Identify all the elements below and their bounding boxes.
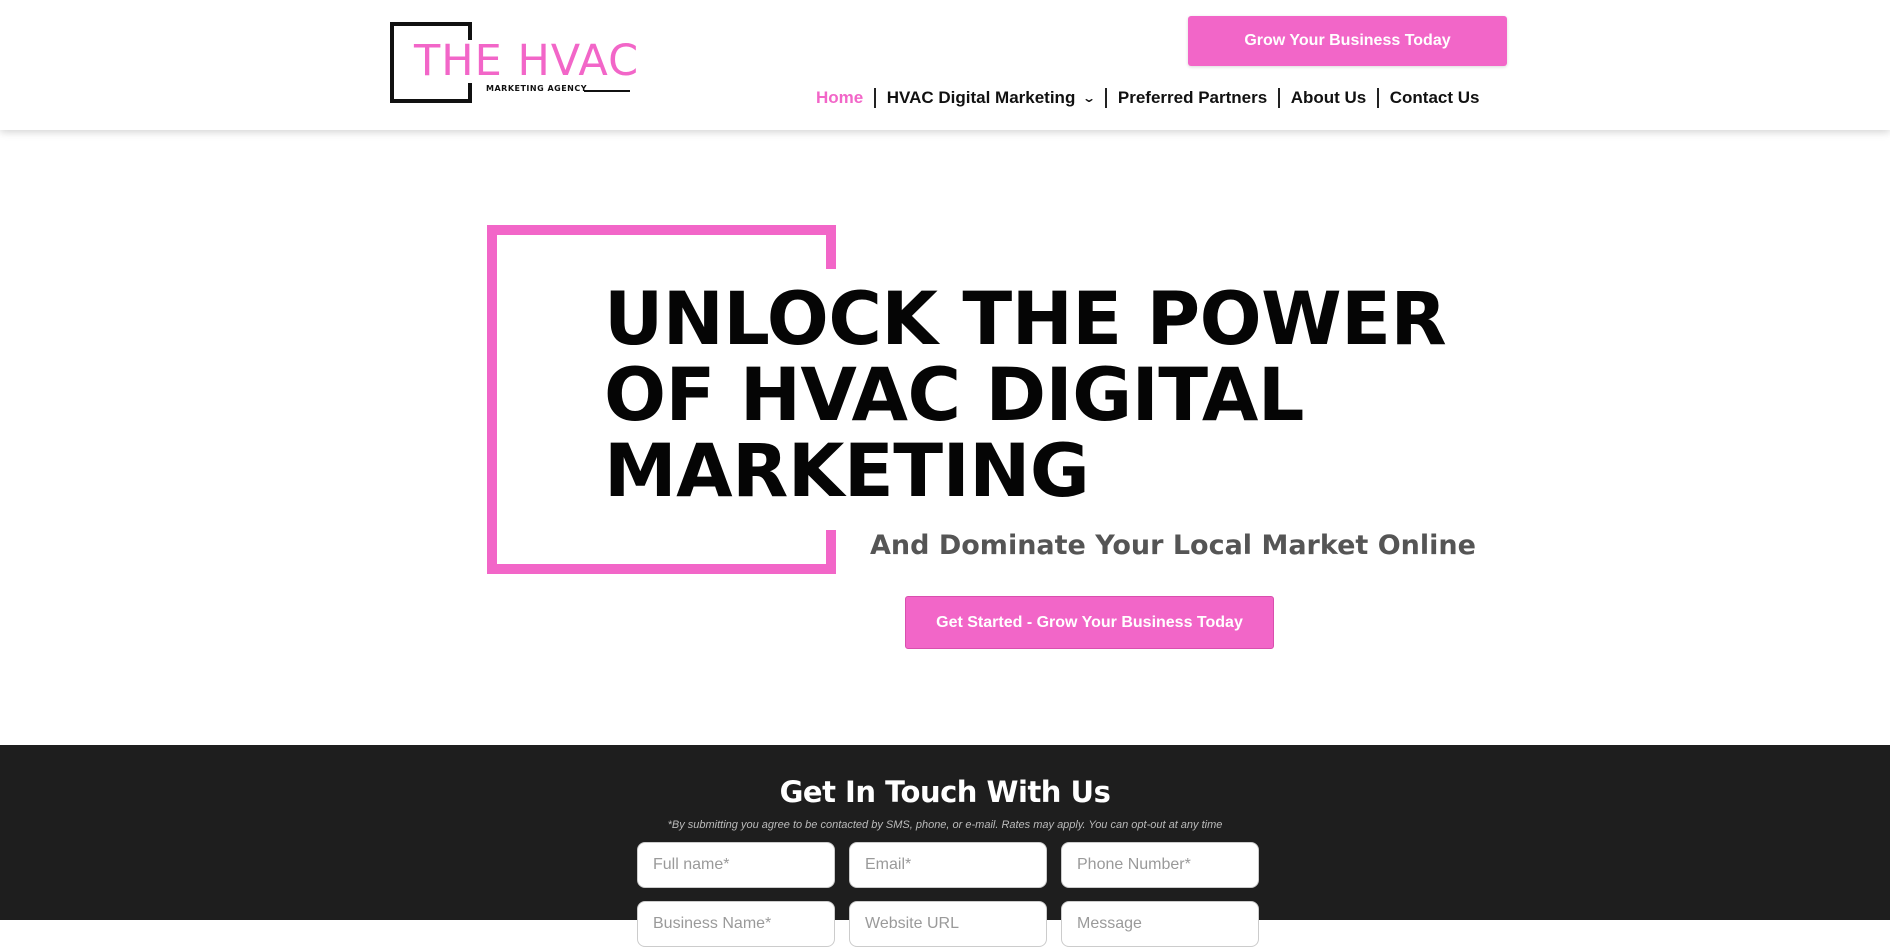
nav-divider — [1105, 88, 1107, 108]
nav-item-hvac-digital-marketing[interactable]: HVAC Digital Marketing ⌄ — [886, 88, 1097, 108]
site-logo[interactable]: THE HVAC MARKETING AGENCY — [390, 20, 642, 110]
nav-divider — [874, 88, 876, 108]
contact-disclaimer: *By submitting you agree to be contacted… — [667, 819, 1223, 831]
get-started-button[interactable]: Get Started - Grow Your Business Today — [905, 596, 1274, 649]
contact-section — [0, 745, 1890, 920]
business-name-field[interactable] — [637, 901, 835, 947]
contact-title: Get In Touch With Us — [779, 775, 1111, 809]
site-header: THE HVAC MARKETING AGENCY Grow Your Busi… — [0, 0, 1890, 130]
message-field[interactable] — [1061, 901, 1259, 947]
full-name-field[interactable] — [637, 842, 835, 888]
hero-frame-top-right — [826, 225, 836, 269]
nav-item-about-us[interactable]: About Us — [1291, 88, 1367, 108]
logo-subtitle: MARKETING AGENCY — [486, 84, 592, 93]
chevron-down-icon[interactable]: ⌄ — [1082, 91, 1096, 105]
email-field[interactable] — [849, 842, 1047, 888]
nav-divider — [1377, 88, 1379, 108]
hero-headline-line-1: UNLOCK THE POWER — [604, 277, 1447, 362]
nav-item-preferred-partners[interactable]: Preferred Partners — [1118, 88, 1267, 108]
phone-number-field[interactable] — [1061, 842, 1259, 888]
nav-item-home[interactable]: Home — [816, 88, 863, 108]
grow-business-button[interactable]: Grow Your Business Today — [1188, 16, 1507, 66]
hero-subheadline: And Dominate Your Local Market Online — [870, 530, 1476, 561]
hero-frame-bottom — [487, 564, 836, 574]
hero-headline-line-2: OF HVAC DIGITAL — [604, 353, 1304, 438]
hero-frame-top — [487, 225, 836, 235]
hero-frame-left — [487, 225, 497, 574]
nav-item-label: HVAC Digital Marketing — [886, 88, 1076, 107]
hero-frame-bottom-right — [826, 530, 836, 574]
nav-divider — [1278, 88, 1280, 108]
nav-item-contact-us[interactable]: Contact Us — [1390, 88, 1480, 108]
website-url-field[interactable] — [849, 901, 1047, 947]
hero-headline-line-3: MARKETING — [604, 429, 1090, 514]
hero-headline: UNLOCK THE POWER OF HVAC DIGITAL MARKETI… — [604, 282, 1464, 510]
main-nav: Home HVAC Digital Marketing ⌄ Preferred … — [816, 86, 1479, 110]
logo-rule — [584, 90, 630, 92]
logo-title: THE HVAC — [412, 36, 642, 86]
